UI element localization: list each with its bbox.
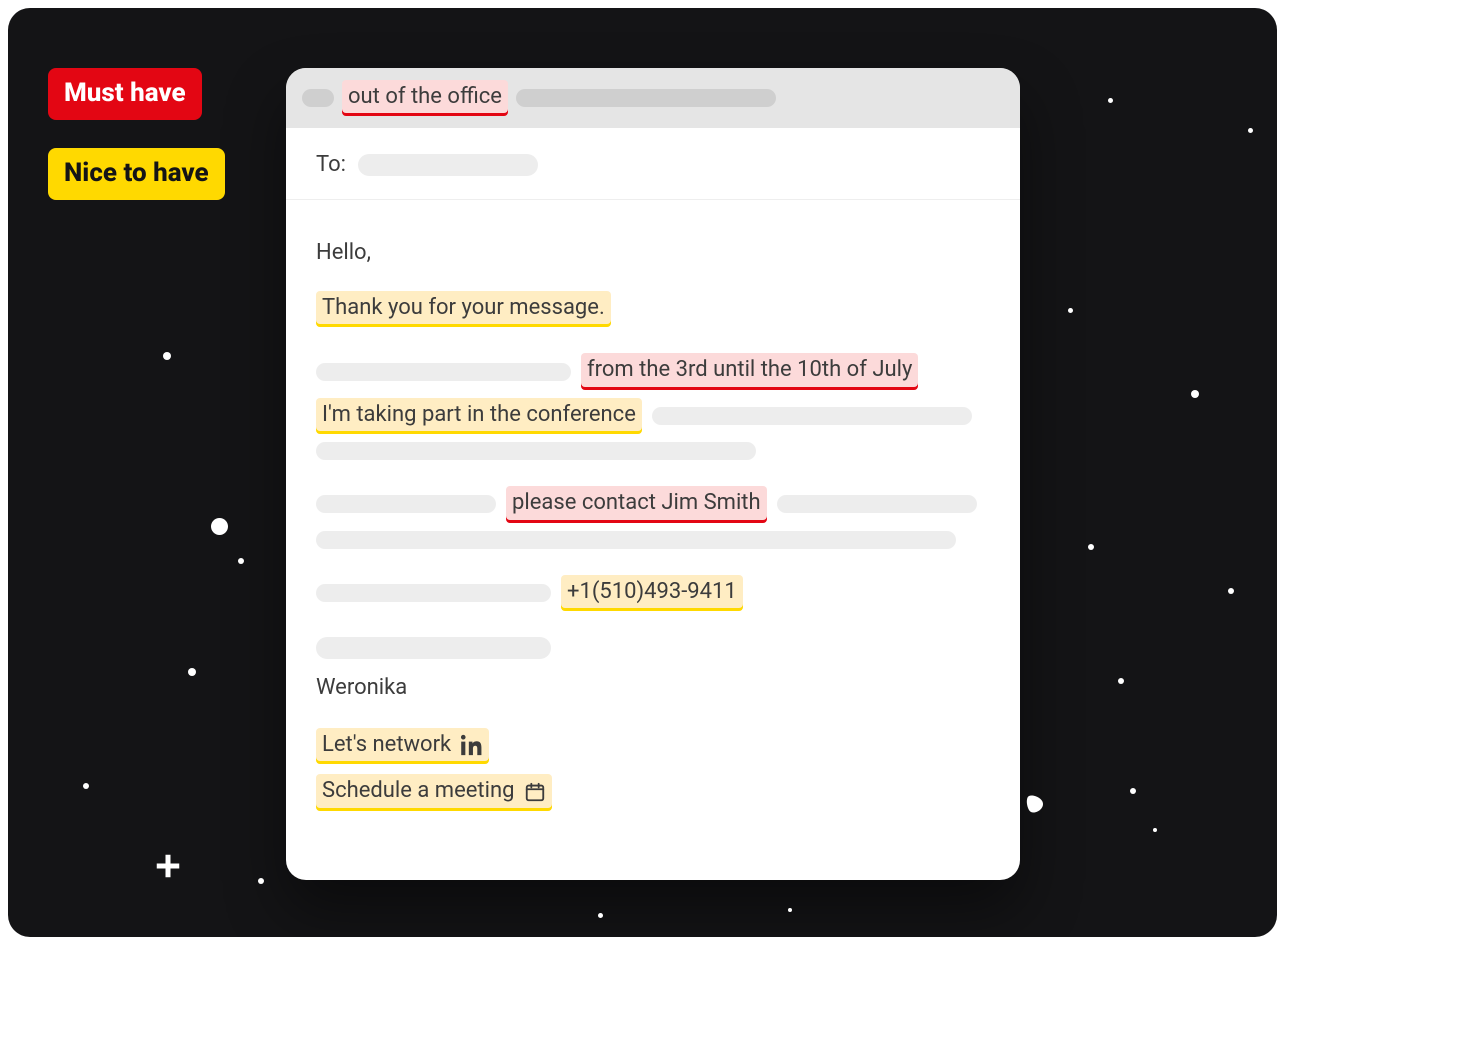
thanks-highlight-nice: Thank you for your message. (316, 291, 611, 327)
star-dot (598, 913, 603, 918)
greeting: Hello, (316, 240, 990, 265)
network-label: Let's network (322, 732, 451, 758)
placeholder (316, 584, 551, 602)
star-dot (188, 668, 196, 676)
star-dot (1088, 544, 1094, 550)
frame: Must have Nice to have out of the office… (8, 8, 1277, 937)
star-dot (1248, 128, 1253, 133)
placeholder (777, 495, 977, 513)
sender-name: Weronika (316, 675, 990, 700)
to-row: To: (286, 128, 1020, 200)
placeholder (302, 89, 334, 107)
contact-highlight-must: please contact Jim Smith (506, 486, 767, 522)
phone-highlight-nice: +1(510)493-9411 (561, 575, 743, 611)
star-dot (163, 352, 171, 360)
star-dot (1153, 828, 1157, 832)
star-dot (83, 783, 89, 789)
placeholder (652, 407, 972, 425)
email-body: Hello, Thank you for your message. from … (286, 200, 1020, 811)
star-dot (1228, 588, 1234, 594)
placeholder (358, 154, 538, 176)
plus-icon (153, 851, 183, 881)
placeholder (516, 89, 776, 107)
placeholder (316, 531, 956, 549)
legend-must-have: Must have (48, 68, 202, 120)
email-card: out of the office To: Hello, Thank you f… (286, 68, 1020, 880)
to-label: To: (316, 152, 346, 177)
blob-icon (1023, 792, 1047, 816)
subject-highlight-must: out of the office (342, 80, 508, 116)
stage: Must have Nice to have out of the office… (0, 0, 1460, 1060)
calendar-icon (524, 781, 546, 803)
schedule-label: Schedule a meeting (322, 778, 514, 804)
subject-bar: out of the office (286, 68, 1020, 128)
star-dot (211, 518, 228, 535)
star-dot (1118, 678, 1124, 684)
placeholder (316, 495, 496, 513)
dates-highlight-must: from the 3rd until the 10th of July (581, 353, 918, 389)
star-dot (258, 878, 264, 884)
placeholder (316, 442, 756, 460)
star-dot (1108, 98, 1113, 103)
conference-highlight-nice: I'm taking part in the conference (316, 398, 642, 434)
schedule-link-nice[interactable]: Schedule a meeting (316, 774, 552, 810)
star-dot (1130, 788, 1136, 794)
placeholder (316, 637, 551, 659)
network-link-nice[interactable]: Let's network (316, 728, 489, 764)
legend-nice-to-have: Nice to have (48, 148, 225, 200)
star-dot (1191, 390, 1199, 398)
star-dot (238, 558, 244, 564)
placeholder (316, 363, 571, 381)
star-dot (1068, 308, 1073, 313)
star-dot (788, 908, 792, 912)
linkedin-icon (461, 734, 483, 756)
